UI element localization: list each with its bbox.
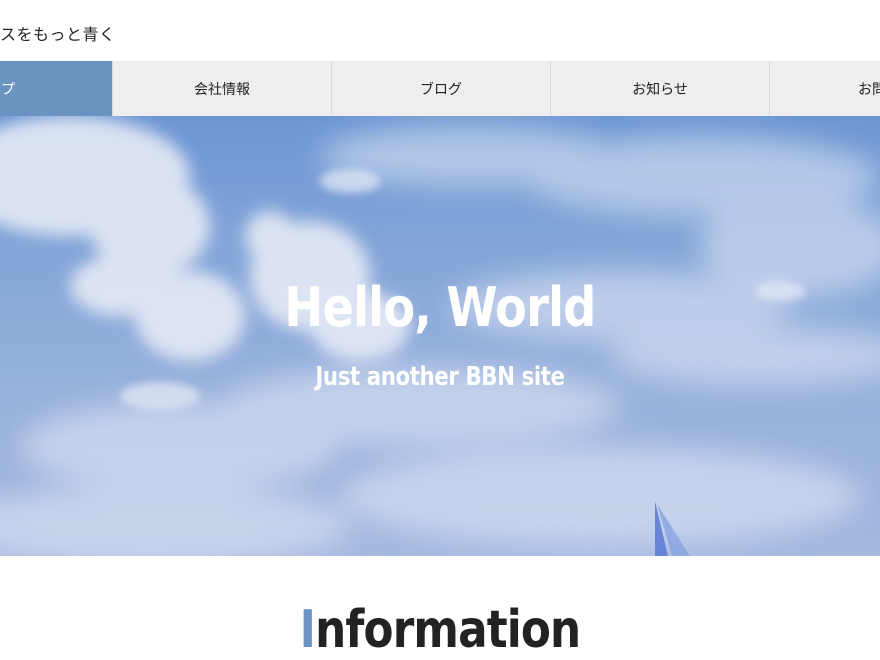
- nav-item-news[interactable]: お知らせ: [550, 61, 769, 116]
- nav-item-top[interactable]: ップ: [0, 61, 112, 116]
- information-heading-first-letter: I: [299, 600, 316, 660]
- information-heading-rest: nformation: [315, 600, 581, 660]
- nav-item-contact[interactable]: お問い: [769, 61, 880, 116]
- hero-title: Hello, World: [284, 276, 596, 339]
- hero-banner: Hello, World Just another BBN site: [0, 116, 880, 556]
- nav-item-blog[interactable]: ブログ: [331, 61, 550, 116]
- hero-subtitle: Just another BBN site: [315, 362, 565, 392]
- site-title[interactable]: スをもっと青く: [0, 21, 116, 45]
- site-header: スをもっと青く: [0, 0, 880, 61]
- nav-item-company[interactable]: 会社情報: [112, 61, 331, 116]
- information-heading: Information: [70, 600, 809, 660]
- global-nav: ップ 会社情報 ブログ お知らせ お問い: [0, 61, 880, 116]
